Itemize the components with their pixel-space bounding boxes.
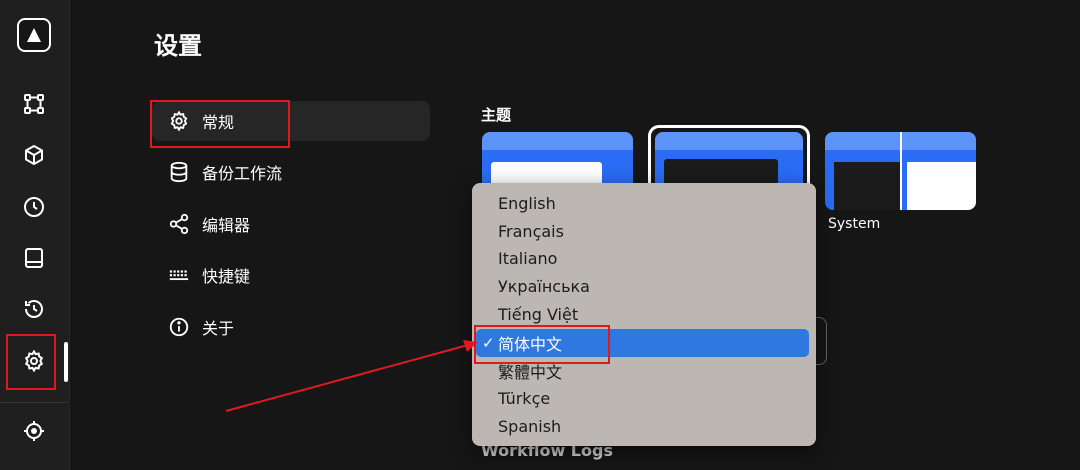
database-icon: [170, 161, 188, 183]
info-icon: [169, 317, 189, 337]
language-dropdown-menu: English Français Italiano Українська Tiế…: [472, 183, 816, 446]
nav-item-backup[interactable]: 备份工作流: [152, 152, 430, 192]
active-indicator: [64, 342, 68, 382]
language-option[interactable]: Türkçe: [476, 384, 809, 412]
clock-icon[interactable]: [10, 183, 58, 231]
nav-item-label: 备份工作流: [202, 164, 283, 183]
crosshair-icon[interactable]: [10, 407, 58, 455]
nav-item-shortcuts[interactable]: 快捷键: [152, 255, 430, 295]
language-option[interactable]: Tiếng Việt: [476, 300, 809, 328]
language-option[interactable]: Spanish: [476, 412, 809, 440]
language-option[interactable]: Français: [476, 217, 809, 245]
nav-item-label: 编辑器: [202, 216, 251, 235]
nav-item-label: 快捷键: [202, 267, 251, 286]
annotation-box-general: [150, 100, 290, 148]
keyboard-icon: [169, 270, 189, 281]
page-title: 设置: [154, 32, 202, 60]
language-option[interactable]: English: [476, 189, 809, 217]
language-option[interactable]: Українська: [476, 272, 809, 300]
sidebar-rail: [0, 0, 70, 470]
nav-item-editor[interactable]: 编辑器: [152, 204, 430, 244]
theme-section-title: 主题: [481, 106, 512, 124]
panel-icon[interactable]: [10, 234, 58, 282]
language-option[interactable]: Italiano: [476, 244, 809, 272]
nav-item-about[interactable]: 关于: [152, 307, 430, 347]
logo-icon[interactable]: [17, 18, 51, 52]
annotation-box-language: [474, 325, 610, 364]
package-icon[interactable]: [10, 131, 58, 179]
annotation-box-settings: [6, 334, 56, 390]
history-icon[interactable]: [10, 285, 58, 333]
share-nodes-icon: [169, 213, 189, 235]
theme-system-label: System: [828, 216, 881, 232]
theme-option-system[interactable]: [825, 132, 976, 210]
rail-divider: [0, 402, 69, 403]
nav-item-label: 关于: [202, 319, 235, 338]
workflow-icon[interactable]: [10, 80, 58, 128]
